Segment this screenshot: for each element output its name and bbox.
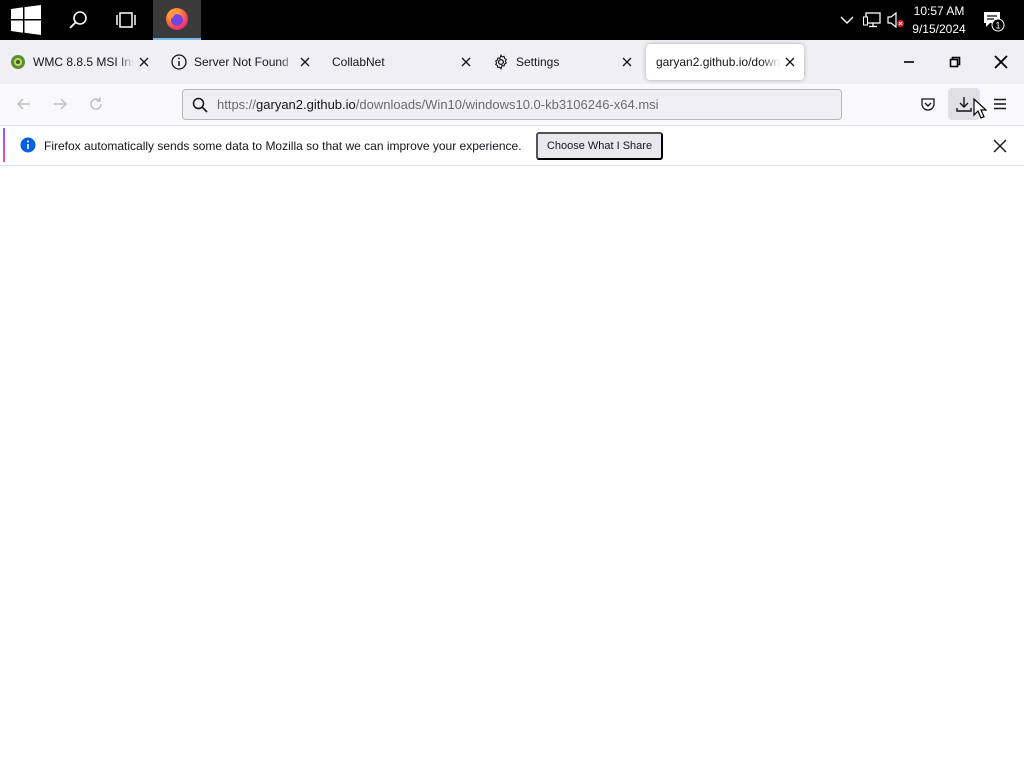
info-icon bbox=[171, 54, 187, 70]
tab-wmc-installer[interactable]: WMC 8.8.5 MSI Installer bbox=[0, 44, 158, 80]
close-icon bbox=[994, 55, 1008, 69]
url-bar[interactable]: https://garyan2.github.io/downloads/Win1… bbox=[182, 89, 842, 120]
hamburger-menu-icon bbox=[994, 98, 1006, 110]
tab-collabnet[interactable]: CollabNet bbox=[322, 44, 480, 80]
tab-settings[interactable]: Settings bbox=[483, 44, 641, 80]
restore-icon bbox=[949, 56, 961, 68]
volume-muted-icon[interactable] bbox=[884, 0, 908, 40]
search-icon[interactable] bbox=[56, 0, 100, 40]
network-icon[interactable] bbox=[860, 0, 884, 40]
notification-message: Firefox automatically sends some data to… bbox=[44, 139, 522, 153]
reload-button[interactable] bbox=[82, 90, 110, 118]
pocket-button[interactable] bbox=[914, 90, 942, 118]
tab-title: garyan2.github.io/downloads/Win10/window… bbox=[656, 55, 780, 69]
navigation-toolbar: https://garyan2.github.io/downloads/Win1… bbox=[0, 84, 1024, 126]
info-icon bbox=[20, 137, 36, 153]
close-icon bbox=[993, 139, 1007, 153]
windows-start-icon[interactable] bbox=[0, 0, 52, 40]
restore-button[interactable] bbox=[932, 40, 978, 84]
back-arrow-icon bbox=[16, 98, 30, 110]
pocket-icon bbox=[921, 98, 935, 111]
url-host: garyan2.github.io bbox=[256, 97, 356, 112]
close-icon[interactable] bbox=[456, 52, 476, 72]
close-icon[interactable] bbox=[134, 52, 154, 72]
choose-what-i-share-button[interactable]: Choose What I Share bbox=[536, 132, 663, 160]
search-icon bbox=[183, 97, 217, 113]
minimize-button[interactable] bbox=[886, 40, 932, 84]
firefox-icon bbox=[166, 8, 188, 30]
minimize-icon bbox=[904, 61, 914, 63]
close-icon[interactable] bbox=[780, 52, 800, 72]
mouse-cursor-icon bbox=[973, 98, 987, 119]
close-icon[interactable] bbox=[295, 52, 315, 72]
wmc-favicon-icon bbox=[10, 54, 26, 70]
notification-count: 1 bbox=[995, 21, 1000, 31]
page-content bbox=[0, 167, 1024, 768]
gear-icon bbox=[493, 54, 509, 70]
close-icon[interactable] bbox=[617, 52, 637, 72]
tab-server-not-found[interactable]: Server Not Found bbox=[161, 44, 319, 80]
tab-active-download[interactable]: garyan2.github.io/downloads/Win10/window… bbox=[646, 44, 804, 80]
taskbar: 10:57 AM 9/15/2024 1 bbox=[0, 0, 1024, 40]
action-center-icon[interactable]: 1 bbox=[978, 0, 1008, 40]
url-scheme: https:// bbox=[217, 97, 257, 112]
reload-icon bbox=[90, 97, 102, 110]
data-collection-notification: Firefox automatically sends some data to… bbox=[0, 126, 1024, 166]
clock-time: 10:57 AM bbox=[913, 4, 965, 18]
notification-accent bbox=[3, 128, 5, 162]
tab-title: CollabNet bbox=[332, 55, 385, 69]
app-menu-button[interactable] bbox=[986, 90, 1014, 118]
url-path: /downloads/Win10/windows10.0-kb3106246-x… bbox=[355, 97, 659, 112]
chevron-up-icon[interactable] bbox=[836, 0, 858, 40]
back-button[interactable] bbox=[10, 90, 38, 118]
forward-button[interactable] bbox=[46, 90, 74, 118]
clock-date: 9/15/2024 bbox=[912, 22, 966, 36]
tab-strip: WMC 8.8.5 MSI Installer Server Not Found… bbox=[0, 40, 1024, 109]
firefox-taskbar-button[interactable] bbox=[153, 0, 201, 40]
taskbar-clock[interactable]: 10:57 AM 9/15/2024 bbox=[908, 2, 970, 38]
url-text[interactable]: https://garyan2.github.io/downloads/Win1… bbox=[217, 97, 659, 112]
close-window-button[interactable] bbox=[978, 40, 1024, 84]
download-icon bbox=[956, 97, 972, 112]
forward-arrow-icon bbox=[54, 98, 68, 110]
task-view-icon[interactable] bbox=[104, 0, 148, 40]
tab-title: Settings bbox=[516, 55, 560, 69]
close-notification-button[interactable] bbox=[986, 132, 1014, 160]
tab-title: Server Not Found bbox=[194, 55, 289, 69]
tab-title: WMC 8.8.5 MSI Installer bbox=[33, 55, 134, 69]
